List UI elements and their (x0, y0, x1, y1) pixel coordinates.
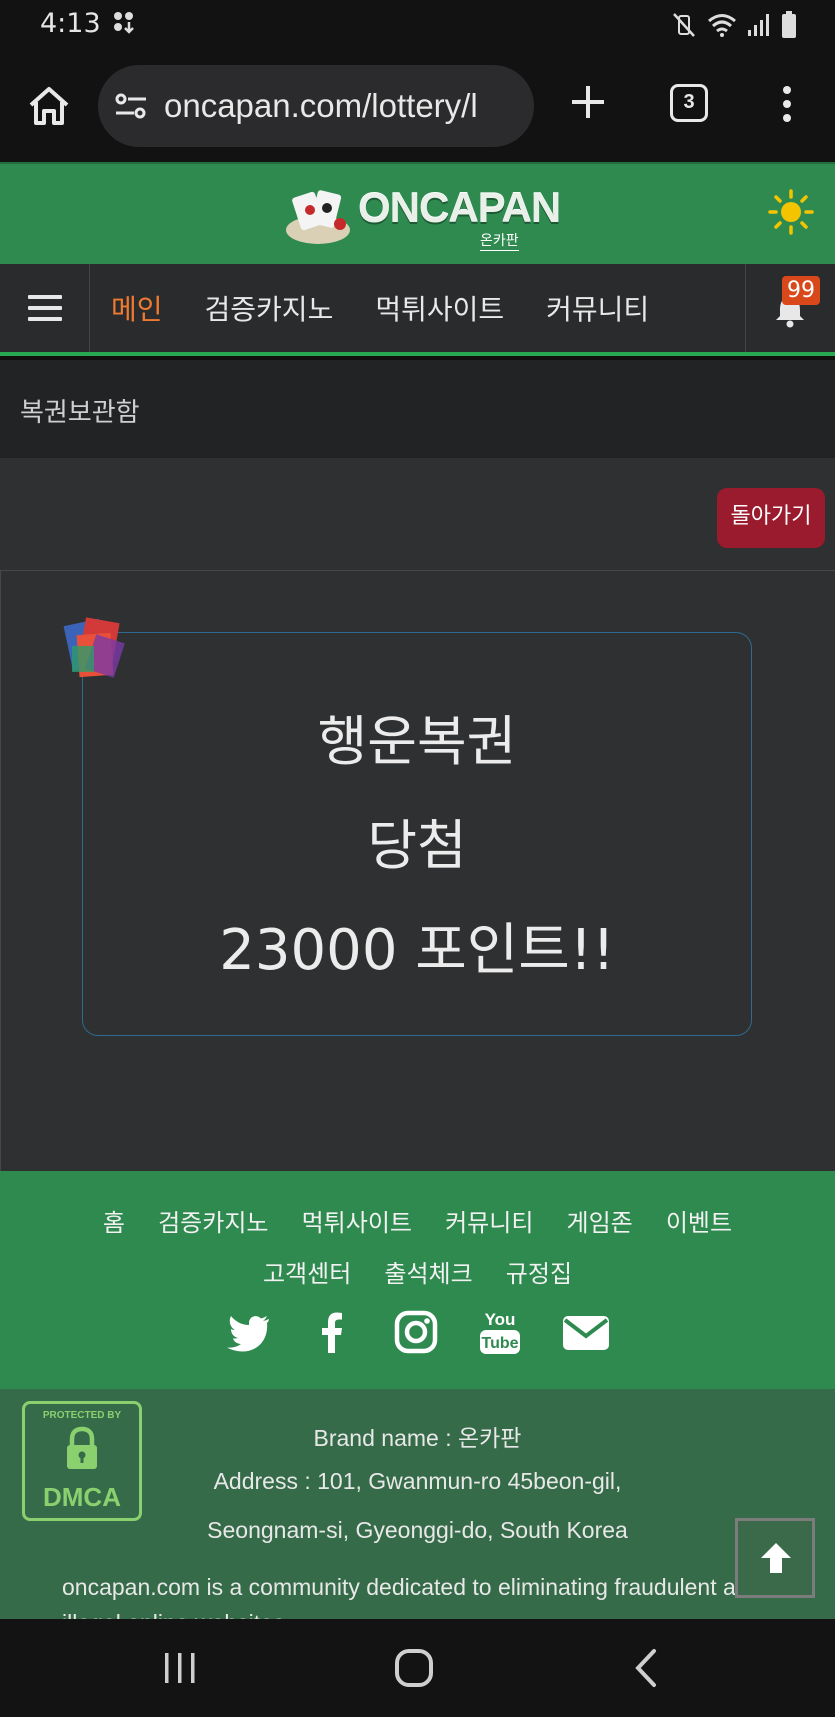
footer-link-game-zone[interactable]: 게임존 (567, 1199, 633, 1248)
address-line-1: Address : 101, Gwanmun-ro 45beon-gil, (213, 1468, 622, 1494)
site-info: PROTECTED BY DMCA Brand name : 온카판 Addre… (0, 1389, 835, 1619)
status-time: 4:13 (40, 8, 101, 39)
logo-text: ONCAPAN (358, 184, 561, 231)
footer-link-support[interactable]: 고객센터 (263, 1250, 351, 1299)
twitter-icon[interactable] (225, 1307, 271, 1357)
footer-link-rules[interactable]: 규정집 (506, 1250, 572, 1299)
footer-link-attendance[interactable]: 출석체크 (384, 1250, 472, 1299)
more-menu-icon[interactable] (774, 82, 800, 126)
footer-link-verified-casino[interactable]: 검증카지노 (158, 1199, 268, 1248)
arrow-up-icon (761, 1543, 791, 1573)
notification-count-badge: 99 (782, 276, 820, 305)
result-title: 행운복권 (317, 710, 517, 773)
main-nav: 메인 검증카지노 먹튀사이트 커뮤니티 99 (0, 264, 835, 356)
back-nav-icon[interactable] (632, 1647, 662, 1689)
nav-item-community[interactable]: 커뮤니티 (525, 288, 670, 328)
site-footer: 홈 검증카지노 먹튀사이트 커뮤니티 게임존 이벤트 고객센터 출석체크 규정집… (0, 1171, 835, 1389)
site-description: oncapan.com is a community dedicated to … (62, 1574, 761, 1619)
footer-links: 홈 검증카지노 먹튀사이트 커뮤니티 게임존 이벤트 고객센터 출석체크 규정집 (0, 1199, 835, 1301)
lottery-ticket-icon (63, 617, 125, 678)
site-settings-icon[interactable] (114, 91, 148, 121)
tab-switcher-button[interactable]: 3 (670, 84, 708, 122)
address-bar[interactable]: oncapan.com/lottery/l (98, 65, 534, 147)
svg-text:Tube: Tube (481, 1335, 518, 1352)
site-header: ONCAPAN 온카판 (0, 162, 835, 264)
nav-items: 메인 검증카지노 먹튀사이트 커뮤니티 (90, 264, 670, 352)
battery-icon (782, 11, 796, 38)
hamburger-menu-button[interactable] (0, 264, 90, 352)
browser-toolbar: oncapan.com/lottery/l 3 (0, 50, 835, 162)
recent-apps-icon[interactable] (160, 1648, 200, 1688)
notification-button[interactable]: 99 (745, 264, 835, 352)
footer-link-event[interactable]: 이벤트 (666, 1199, 732, 1248)
address-line-2: Seongnam-si, Gyeonggi-do, South Korea (207, 1517, 628, 1543)
scroll-to-top-button[interactable] (735, 1518, 815, 1598)
mail-icon[interactable] (561, 1307, 611, 1357)
home-icon[interactable] (26, 83, 72, 129)
url-text: oncapan.com/lottery/l (164, 87, 478, 124)
download-notification-icon (114, 12, 134, 34)
status-icons (671, 10, 797, 40)
page-header: 복권보관함 (0, 360, 835, 458)
lottery-result-card: 행운복권 당첨 23000 포인트!! (82, 632, 752, 1036)
theme-toggle-sun-icon[interactable] (768, 189, 814, 235)
page-title: 복권보관함 (20, 398, 140, 428)
instagram-icon[interactable] (393, 1307, 439, 1357)
signal-icon (748, 14, 769, 36)
logo-cards-icon (286, 190, 350, 244)
footer-link-home[interactable]: 홈 (103, 1199, 125, 1248)
nav-item-main[interactable]: 메인 (90, 288, 184, 328)
social-links: You Tube (0, 1307, 835, 1357)
vibrate-mute-icon (673, 13, 695, 37)
home-nav-icon[interactable] (393, 1647, 435, 1689)
footer-link-scam-sites[interactable]: 먹튀사이트 (302, 1199, 412, 1248)
youtube-icon[interactable]: You Tube (477, 1307, 523, 1357)
footer-link-community[interactable]: 커뮤니티 (445, 1199, 533, 1248)
result-amount: 23000 포인트!! (219, 918, 615, 983)
hamburger-icon (28, 295, 62, 321)
status-bar: 4:13 (0, 0, 835, 50)
brand-name: Brand name : 온카판 (313, 1425, 522, 1451)
svg-text:You: You (484, 1310, 515, 1329)
nav-item-verified-casino[interactable]: 검증카지노 (184, 288, 355, 328)
facebook-icon[interactable] (309, 1307, 355, 1357)
back-button[interactable]: 돌아가기 (717, 488, 825, 548)
site-logo[interactable]: ONCAPAN 온카판 (282, 182, 561, 252)
new-tab-icon[interactable] (566, 80, 610, 124)
wifi-icon (708, 14, 736, 37)
logo-subtext: 온카판 (480, 230, 519, 251)
nav-item-scam-sites[interactable]: 먹튀사이트 (354, 288, 525, 328)
system-nav-bar (0, 1619, 835, 1717)
result-status: 당첨 (367, 814, 467, 877)
